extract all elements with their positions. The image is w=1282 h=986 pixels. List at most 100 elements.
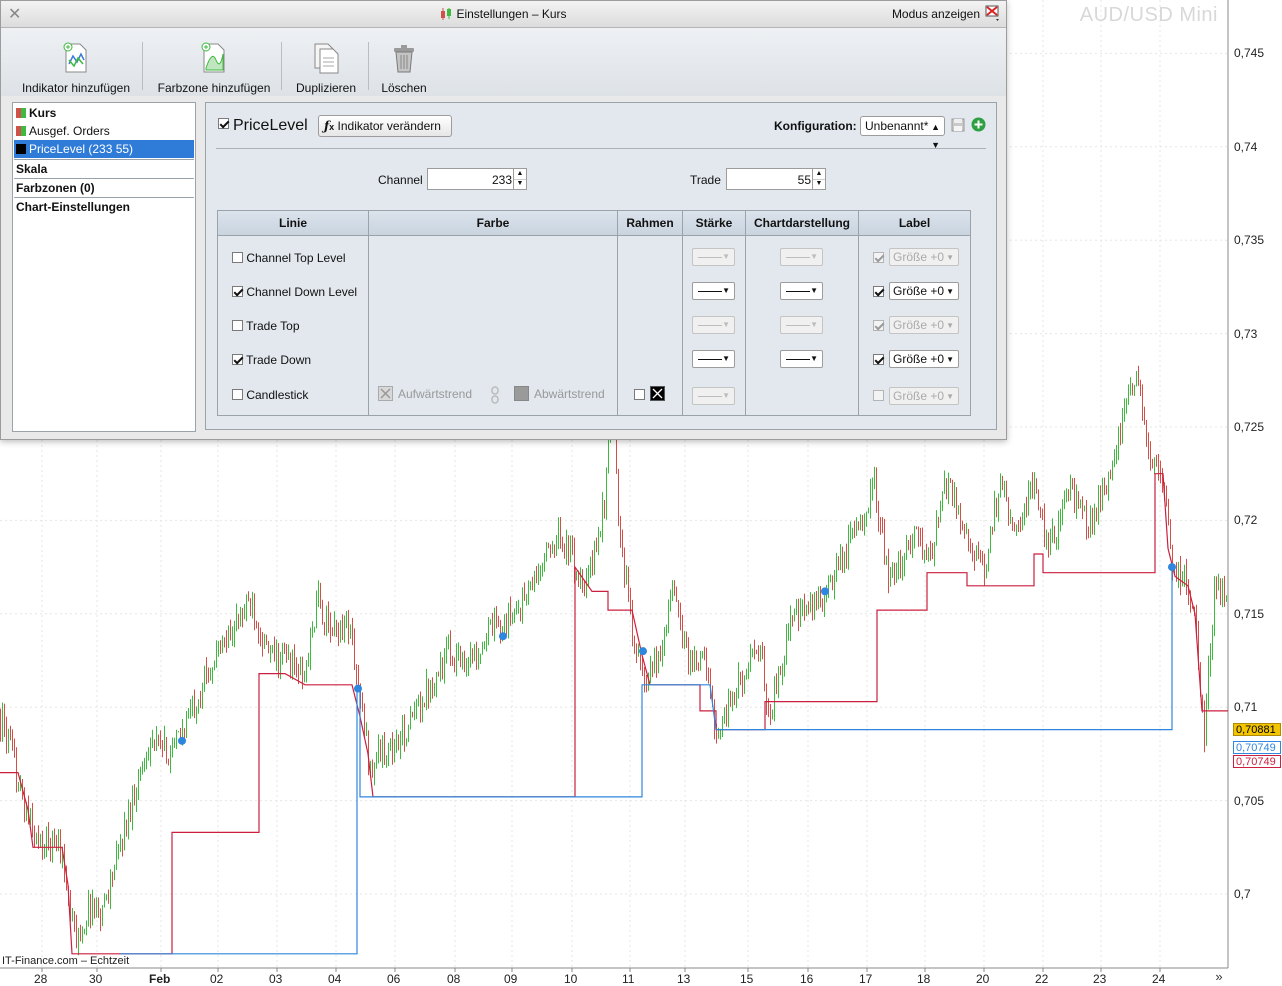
save-icon[interactable]: [951, 118, 965, 132]
label-size-value: Größe +0: [893, 250, 945, 264]
tree-item-farbzonen[interactable]: Farbzonen (0): [14, 178, 194, 196]
table-row[interactable]: Candlestick: [232, 388, 308, 402]
display-style-select[interactable]: ▼: [780, 248, 823, 266]
mode-toggle-icon[interactable]: [984, 4, 1002, 22]
tree-item-label: Ausgef. Orders: [29, 124, 110, 138]
display-style-select[interactable]: ▼: [780, 316, 823, 334]
x-tick-label: 04: [328, 972, 342, 986]
x-tick-label: Feb: [149, 972, 171, 986]
thickness-select[interactable]: ▼: [692, 282, 735, 300]
line-visible-checkbox[interactable]: [232, 252, 243, 263]
display-style-select[interactable]: ▼: [780, 282, 823, 300]
signal-dot[interactable]: [639, 647, 647, 656]
label-size-select[interactable]: Größe +0 ▼: [889, 248, 959, 266]
table-row[interactable]: Trade Down: [232, 353, 311, 367]
link-chain-icon[interactable]: [490, 386, 500, 404]
toolbar-separator: [142, 42, 143, 90]
change-indicator-button[interactable]: ƒx Indikator verändern: [318, 115, 452, 137]
line-label: Channel Down Level: [246, 285, 358, 299]
chevron-down-icon: ▼: [946, 321, 954, 330]
label-checkbox[interactable]: [873, 252, 884, 263]
price-tag: 0,70749: [1233, 741, 1281, 754]
thickness-select[interactable]: ▼: [692, 316, 735, 334]
label-checkbox[interactable]: [873, 320, 884, 331]
line-visible-checkbox[interactable]: [232, 354, 243, 365]
show-mode-button[interactable]: Modus anzeigen: [892, 7, 980, 21]
label-size-select[interactable]: Größe +0 ▼: [889, 282, 959, 300]
tree-item-kurs[interactable]: Kurs: [14, 104, 194, 122]
duplicate-button[interactable]: Duplizieren: [291, 42, 361, 95]
border-color-swatch[interactable]: [650, 386, 665, 401]
indicator-enabled-checkbox[interactable]: [218, 118, 229, 129]
signal-dot[interactable]: [354, 684, 362, 693]
downtrend-color[interactable]: Abwärtstrend: [514, 386, 605, 401]
delete-button[interactable]: Löschen: [377, 42, 431, 95]
label-checkbox[interactable]: [873, 354, 884, 365]
signal-dot[interactable]: [1168, 563, 1176, 572]
channel-spinner[interactable]: 233 ▲ ▼: [427, 168, 527, 190]
y-tick-label: 0,71: [1234, 700, 1258, 715]
y-tick-label: 0,715: [1234, 606, 1265, 621]
thickness-select[interactable]: ▼: [692, 387, 735, 405]
thickness-select[interactable]: ▼: [692, 350, 735, 368]
thickness-select[interactable]: ▼: [692, 248, 735, 266]
table-row[interactable]: Channel Top Level: [232, 251, 346, 265]
add-config-icon[interactable]: [971, 117, 986, 132]
trash-icon: [394, 45, 414, 73]
add-colorzone-icon: [201, 42, 225, 73]
label-size-value: Größe +0: [893, 389, 945, 403]
line-label: Trade Down: [246, 353, 312, 367]
col-header-linie: Linie: [218, 211, 369, 236]
label-checkbox[interactable]: [873, 286, 884, 297]
series-color-swatch: [16, 126, 26, 136]
label-size-value: Größe +0: [893, 318, 945, 332]
decrement-icon[interactable]: ▼: [513, 179, 526, 189]
line-visible-checkbox[interactable]: [232, 389, 243, 400]
decrement-icon[interactable]: ▼: [812, 179, 825, 189]
trade-value: 55: [797, 173, 811, 187]
border-checkbox[interactable]: [634, 389, 645, 400]
add-indicator-button[interactable]: Indikator hinzufügen: [19, 42, 133, 95]
delete-label: Löschen: [381, 81, 427, 95]
configuration-select[interactable]: Unbenannt* ▲ ▼: [860, 116, 945, 150]
signal-dot[interactable]: [821, 587, 829, 596]
add-colorzone-button[interactable]: Farbzone hinzufügen: [155, 42, 273, 95]
channel-label: Channel: [378, 173, 423, 187]
display-style-select[interactable]: ▼: [780, 350, 823, 368]
col-header-farbe: Farbe: [369, 211, 618, 236]
signal-dot[interactable]: [499, 632, 507, 641]
tree-item-pricelevel[interactable]: PriceLevel (233 55): [14, 140, 194, 158]
label-size-select[interactable]: Größe +0 ▼: [889, 316, 959, 334]
signal-dot[interactable]: [178, 736, 186, 745]
price-tag: 0,70749: [1233, 755, 1281, 768]
label-checkbox[interactable]: [873, 390, 884, 401]
col-header-chartdarstellung: Chartdarstellung: [746, 211, 859, 236]
chevron-down-icon: ▼: [946, 253, 954, 262]
dialog-titlebar[interactable]: ✕ Einstellungen – Kurs Modus anzeigen: [1, 1, 1006, 28]
tree-item-skala[interactable]: Skala: [14, 159, 194, 177]
uptrend-swatch: [378, 386, 393, 401]
y-tick-label: 0,735: [1234, 233, 1265, 248]
price-tag: 0,70881: [1233, 723, 1281, 736]
chevron-down-icon: ▼: [722, 286, 730, 295]
tree-item-orders[interactable]: Ausgef. Orders: [14, 122, 194, 140]
uptrend-color[interactable]: Aufwärtstrend: [378, 386, 472, 401]
label-size-select[interactable]: Größe +0 ▼: [889, 387, 959, 405]
x-tick-label: 10: [564, 972, 578, 986]
label-size-select[interactable]: Größe +0 ▼: [889, 350, 959, 368]
line-label: Channel Top Level: [246, 251, 346, 265]
x-tick-label: 06: [387, 972, 401, 986]
line-visible-checkbox[interactable]: [232, 286, 243, 297]
toolbar: Indikator hinzufügen Farbzone hinzufügen…: [1, 28, 1006, 96]
scroll-right-button[interactable]: »: [1210, 968, 1228, 986]
tree-item-label: PriceLevel (233 55): [29, 142, 134, 156]
channel-value: 233: [491, 173, 512, 187]
x-tick-label: 13: [677, 972, 691, 986]
trade-spinner[interactable]: 55 ▲ ▼: [726, 168, 826, 190]
table-row[interactable]: Channel Down Level: [232, 285, 357, 299]
table-row[interactable]: Trade Top: [232, 319, 300, 333]
tree-item-chart-settings[interactable]: Chart-Einstellungen: [14, 197, 194, 215]
chevron-down-icon: ▼: [810, 286, 818, 295]
x-tick-label: 15: [740, 972, 754, 986]
line-visible-checkbox[interactable]: [232, 320, 243, 331]
